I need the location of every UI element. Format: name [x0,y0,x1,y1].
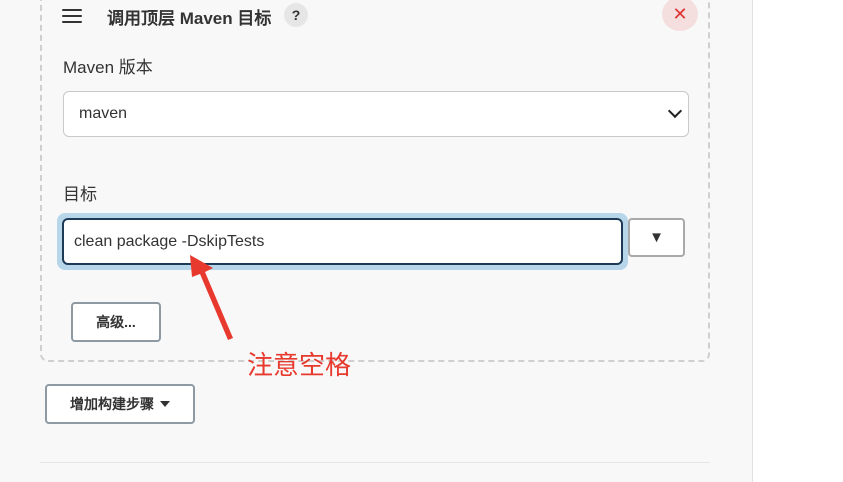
maven-version-select[interactable]: maven [63,91,689,137]
drag-handle-icon[interactable] [62,9,82,23]
help-icon[interactable]: ? [284,3,308,27]
maven-version-value: maven [79,105,128,122]
goals-expand-button[interactable]: ▼ [628,218,685,257]
caret-down-icon [160,401,170,407]
chevron-down-icon [667,103,683,119]
annotation-arrow-icon [190,255,233,340]
build-steps-panel: 调用顶层 Maven 目标 ? ✕ Maven 版本 maven 目标 ▼ 高级… [0,0,753,482]
add-build-step-button[interactable]: 增加构建步骤 [45,384,195,424]
annotation-text: 注意空格 [247,350,352,380]
advanced-button[interactable]: 高级... [71,302,161,342]
goals-input[interactable] [62,218,623,265]
maven-version-label: Maven 版本 [63,58,153,77]
goals-label: 目标 [63,185,97,204]
add-build-step-label: 增加构建步骤 [70,396,154,412]
step-title: 调用顶层 Maven 目标 [107,9,272,28]
section-divider [40,462,710,463]
